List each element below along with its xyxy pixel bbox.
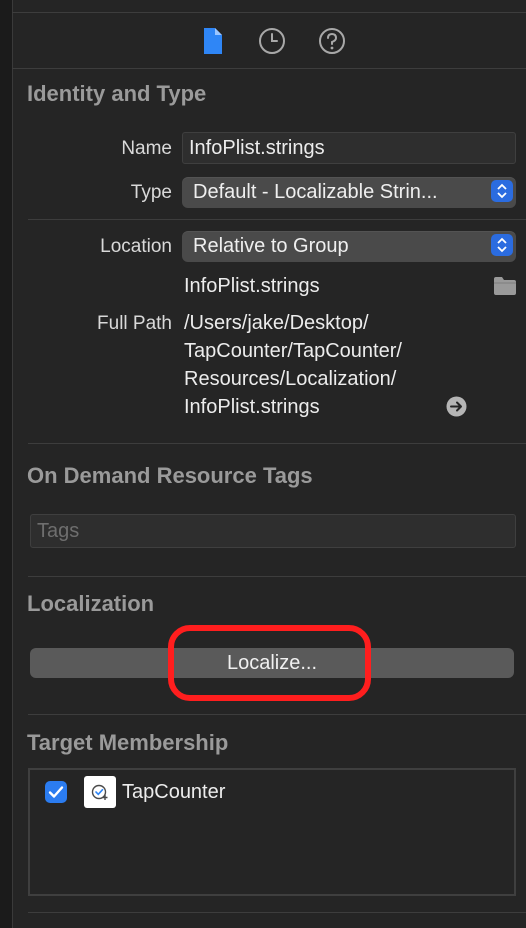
location-popup-value: Relative to Group	[193, 235, 349, 257]
history-inspector-tab[interactable]	[256, 25, 288, 57]
popup-stepper-icon	[491, 180, 513, 202]
clock-icon	[259, 28, 285, 54]
document-icon	[204, 28, 222, 54]
tab-bar-divider	[12, 68, 526, 69]
quick-help-inspector-tab[interactable]	[316, 25, 348, 57]
section-divider	[28, 576, 526, 577]
folder-icon[interactable]	[493, 276, 517, 301]
editor-edge	[0, 0, 13, 928]
full-path-line: Resources/Localization/	[184, 368, 397, 390]
top-divider	[12, 12, 526, 13]
file-inspector-tab[interactable]	[197, 25, 229, 57]
location-label: Location	[100, 236, 172, 257]
type-label: Type	[130, 182, 172, 203]
full-path-line: InfoPlist.strings	[184, 396, 320, 418]
target-checkbox[interactable]	[45, 781, 67, 803]
checkmark-icon	[48, 786, 64, 798]
location-filename: InfoPlist.strings	[184, 275, 320, 297]
full-path-line: /Users/jake/Desktop/	[184, 312, 369, 334]
question-icon	[319, 28, 345, 54]
name-field-value: InfoPlist.strings	[189, 136, 325, 159]
highlight-annotation	[168, 625, 371, 701]
name-label: Name	[121, 138, 172, 159]
section-divider	[28, 912, 526, 913]
name-field[interactable]: InfoPlist.strings	[182, 132, 516, 164]
full-path-label: Full Path	[97, 313, 172, 334]
tags-placeholder: Tags	[37, 519, 80, 542]
identity-divider	[28, 219, 526, 220]
section-divider	[28, 714, 526, 715]
location-popup[interactable]: Relative to Group	[182, 231, 516, 262]
section-divider	[28, 443, 526, 444]
popup-stepper-icon	[491, 234, 513, 256]
full-path-line: TapCounter/TapCounter/	[184, 340, 402, 362]
localization-section-title: Localization	[27, 591, 155, 616]
target-membership-section-title: Target Membership	[27, 730, 229, 755]
on-demand-section-title: On Demand Resource Tags	[27, 463, 313, 488]
type-popup[interactable]: Default - Localizable Strin...	[182, 177, 516, 208]
app-target-icon	[84, 776, 116, 808]
target-name: TapCounter	[122, 781, 226, 803]
tags-input[interactable]: Tags	[30, 514, 516, 548]
identity-section-title: Identity and Type	[27, 81, 207, 106]
reveal-in-finder-arrow-icon[interactable]	[446, 396, 467, 422]
type-popup-value: Default - Localizable Strin...	[193, 181, 438, 203]
